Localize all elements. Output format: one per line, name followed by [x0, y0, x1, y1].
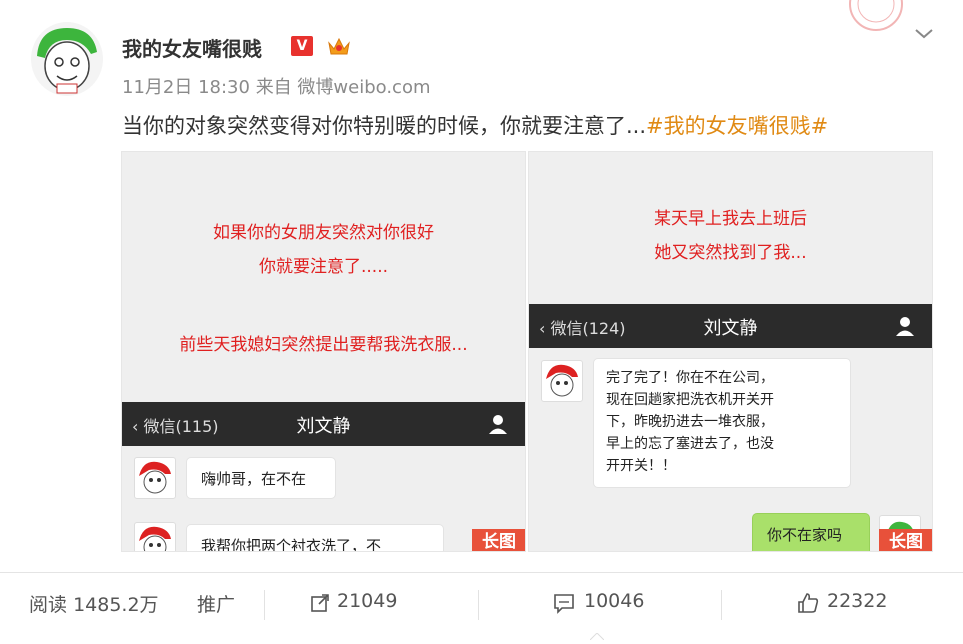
read-count: 阅读 1485.2万	[29, 590, 159, 617]
comment-count[interactable]: 10046	[584, 590, 644, 612]
comment-caret-icon	[589, 625, 605, 641]
message-line: 早上的忘了塞进去了，也没	[606, 436, 774, 452]
separator	[721, 590, 722, 620]
long-image-tag: 长图	[472, 529, 525, 551]
caption-line: 前些天我媳妇突然提出要帮我洗衣服...	[179, 335, 468, 355]
chat-avatar	[541, 360, 583, 402]
source-link[interactable]: 微博weibo.com	[297, 77, 430, 98]
chat-title: 刘文静	[703, 318, 758, 339]
chat-header: ‹ 微信(115) 刘文静	[122, 402, 525, 446]
footer-divider	[0, 572, 963, 573]
like-count[interactable]: 22322	[827, 590, 887, 612]
repost-count[interactable]: 21049	[337, 590, 397, 612]
separator	[264, 590, 265, 620]
source-prefix: 来自	[255, 77, 292, 98]
chat-message: 完了完了！你在不在公司， 现在回趟家把洗衣机开关开 下，昨晚扔进去一堆衣服， 早…	[593, 358, 851, 488]
chat-header: ‹ 微信(124) 刘文静	[529, 304, 932, 348]
chat-avatar	[134, 522, 176, 551]
user-icon	[487, 413, 509, 435]
image-panel-2[interactable]: 某天早上我去上班后 她又突然找到了我... ‹ 微信(124) 刘文静 完了完了…	[528, 151, 933, 552]
hashtag-link[interactable]: #我的女友嘴很贱#	[646, 114, 828, 138]
read-label: 阅读	[29, 594, 68, 616]
post-body: 当你的对象突然变得对你特别暖的时候，你就要注意了...	[122, 114, 647, 138]
caption-line: 如果你的女朋友突然对你很好	[213, 223, 434, 243]
message-line: 现在回趟家把洗衣机开关开	[606, 392, 774, 408]
chat-avatar	[134, 457, 176, 499]
crown-icon	[326, 34, 352, 58]
timestamp[interactable]: 11月2日 18:30	[122, 77, 250, 98]
chevron-down-icon[interactable]	[911, 22, 937, 44]
like-icon[interactable]	[797, 592, 819, 614]
post-meta: 11月2日 18:30 来自 微博weibo.com	[122, 73, 431, 99]
avatar[interactable]	[31, 22, 103, 96]
chat-message-self: 你不在家吗	[752, 513, 870, 551]
verified-icon: V	[291, 36, 313, 56]
message-line: 下，昨晚扔进去一堆衣服，	[606, 414, 774, 430]
long-image-tag: 长图	[879, 529, 932, 551]
chat-title: 刘文静	[296, 416, 351, 437]
stamp-watermark	[846, 0, 904, 32]
post-text: 当你的对象突然变得对你特别暖的时候，你就要注意了...#我的女友嘴很贱#	[122, 110, 828, 140]
separator	[478, 590, 479, 620]
chat-message: 嗨帅哥，在不在	[186, 457, 336, 499]
image-panel-1[interactable]: 如果你的女朋友突然对你很好 你就要注意了..... 前些天我媳妇突然提出要帮我洗…	[121, 151, 526, 552]
message-line: 开开关！！	[606, 458, 676, 474]
read-value: 1485.2万	[73, 594, 159, 616]
repost-icon[interactable]	[309, 592, 331, 614]
caption-line: 某天早上我去上班后	[654, 209, 807, 229]
user-icon	[894, 315, 916, 337]
chat-message: 我帮你把两个衬衣洗了，不	[186, 524, 444, 551]
comment-icon[interactable]	[553, 592, 575, 614]
message-line: 完了完了！你在不在公司，	[606, 370, 774, 386]
username[interactable]: 我的女友嘴很贱	[122, 33, 262, 62]
caption-line: 你就要注意了.....	[258, 257, 389, 277]
promote-button[interactable]: 推广	[197, 590, 235, 617]
caption-line: 她又突然找到了我...	[654, 243, 807, 263]
